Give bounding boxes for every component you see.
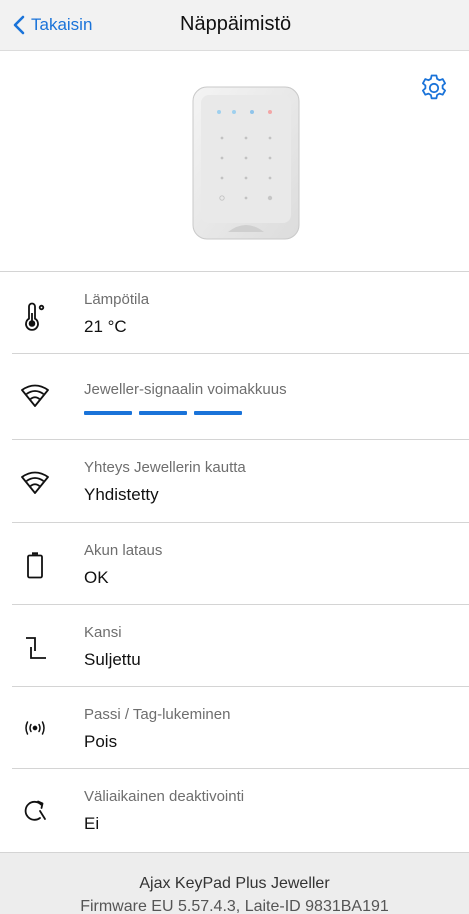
row-value: Pois xyxy=(84,732,118,751)
page-title: Näppäimistö xyxy=(180,13,292,35)
wifi-signal-icon xyxy=(21,471,49,494)
row-value: Yhdistetty xyxy=(84,485,159,504)
row-label: Passi / Tag-lukeminen xyxy=(84,706,231,723)
row-label: Yhteys Jewellerin kautta xyxy=(84,459,246,476)
signal-bar xyxy=(194,411,242,415)
lid-icon xyxy=(26,637,46,659)
firmware-info: Firmware EU 5.57.4.3, Laite-ID 9831BA191 xyxy=(80,898,389,914)
row-label: Jeweller-signaalin voimakkuus xyxy=(84,381,287,398)
chevron-left-icon xyxy=(13,15,25,35)
row-label: Akun lataus xyxy=(84,542,163,559)
row-temporary-deactivation: Väliaikainen deaktivointi Ei xyxy=(0,769,469,851)
signal-strength-bars xyxy=(84,411,242,415)
deactivation-icon xyxy=(24,800,46,821)
row-value: OK xyxy=(84,568,109,587)
row-label: Väliaikainen deaktivointi xyxy=(84,788,245,805)
keypad-device-image xyxy=(192,86,300,240)
row-temperature: Lämpötila 21 °C xyxy=(0,272,469,354)
device-info-footer: Ajax KeyPad Plus Jeweller Firmware EU 5.… xyxy=(0,852,469,914)
gear-icon[interactable] xyxy=(418,72,450,104)
signal-bar xyxy=(84,411,132,415)
row-value: Ei xyxy=(84,814,100,833)
device-hero xyxy=(0,52,469,271)
wifi-signal-icon xyxy=(21,384,49,407)
row-jeweller-connection: Yhteys Jewellerin kautta Yhdistetty xyxy=(0,440,469,522)
back-button[interactable]: Takaisin xyxy=(12,10,92,40)
rfid-icon xyxy=(25,721,45,735)
row-signal-strength: Jeweller-signaalin voimakkuus xyxy=(0,354,469,439)
thermometer-icon xyxy=(25,302,45,331)
navigation-bar: Takaisin Näppäimistö xyxy=(0,0,469,51)
back-button-label: Takaisin xyxy=(31,15,93,34)
row-value: 21 °C xyxy=(84,317,127,336)
row-label: Lämpötila xyxy=(84,291,150,308)
row-pass-tag-reading: Passi / Tag-lukeminen Pois xyxy=(0,687,469,769)
battery-icon xyxy=(27,552,43,579)
row-label: Kansi xyxy=(84,624,122,641)
row-lid: Kansi Suljettu xyxy=(0,605,469,687)
row-value: Suljettu xyxy=(84,650,141,669)
device-model: Ajax KeyPad Plus Jeweller xyxy=(139,875,330,892)
row-battery: Akun lataus OK xyxy=(0,523,469,605)
signal-bar xyxy=(139,411,187,415)
